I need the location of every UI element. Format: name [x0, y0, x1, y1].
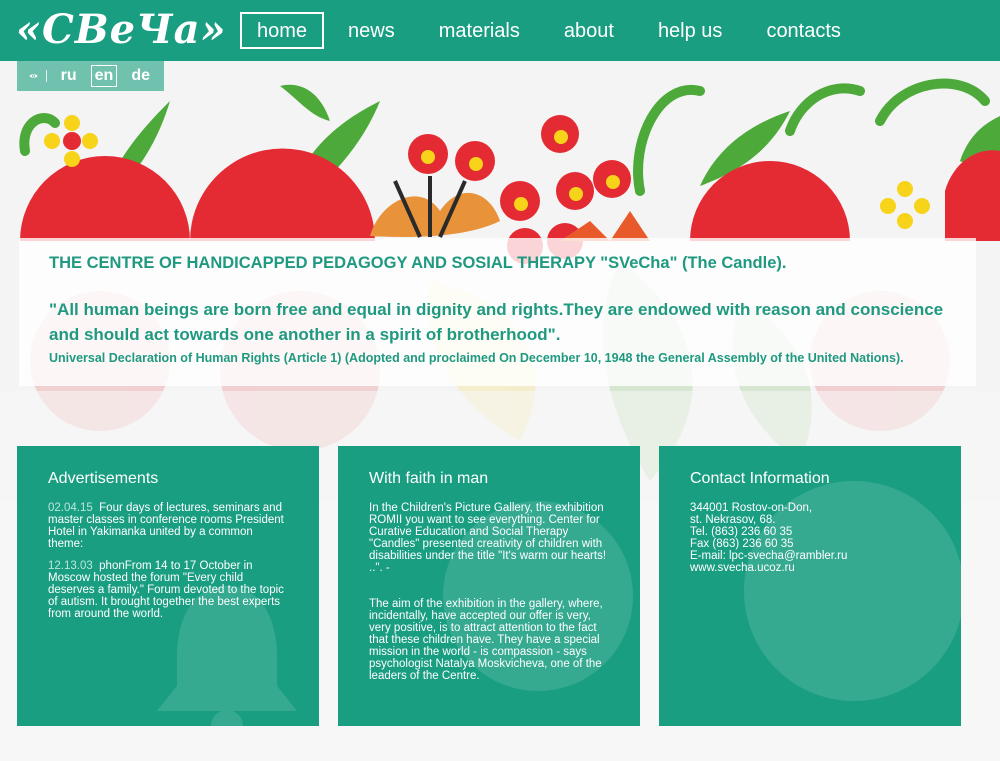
intro-panel: THE CENTRE OF HANDICAPPED PEDAGOGY AND S…: [19, 238, 976, 386]
contact-card: Contact Information 344001 Rostov-on-Don…: [659, 446, 961, 726]
ad-date: 12.13.03: [48, 560, 93, 572]
lang-de[interactable]: de: [127, 65, 154, 87]
nav-home[interactable]: home: [240, 12, 325, 49]
main-nav: home news materials about help us contac…: [240, 12, 861, 49]
faith-paragraph: In the Children's Picture Gallery, the e…: [369, 502, 607, 574]
nav-materials[interactable]: materials: [419, 12, 540, 49]
card-title: With faith in man: [369, 470, 489, 487]
faith-card: With faith in man In the Children's Pict…: [338, 446, 640, 726]
nav-help-us[interactable]: help us: [638, 12, 743, 49]
faith-paragraph: The aim of the exhibition in the gallery…: [369, 598, 603, 682]
card-title: Advertisements: [48, 470, 159, 487]
eye-icon[interactable]: [29, 69, 38, 83]
card-title: Contact Information: [690, 470, 830, 487]
contact-website[interactable]: www.svecha.ucoz.ru: [690, 562, 931, 574]
advertisements-card: Advertisements 02.04.15 Four days of lec…: [17, 446, 319, 726]
ad-date: 02.04.15: [48, 502, 93, 514]
nav-about[interactable]: about: [544, 12, 634, 49]
nav-news[interactable]: news: [328, 12, 415, 49]
contact-email[interactable]: E-mail: lpc-svecha@rambler.ru: [690, 550, 931, 562]
ad-item[interactable]: 02.04.15 Four days of lectures, seminars…: [48, 502, 289, 550]
intro-quote: "All human beings are born free and equa…: [49, 300, 944, 344]
language-switcher: ru en de: [17, 61, 164, 91]
intro-source: Universal Declaration of Human Rights (A…: [49, 351, 904, 365]
contact-phone[interactable]: Tel. (863) 236 60 35: [690, 526, 931, 538]
contact-address: 344001 Rostov-on-Don,: [690, 502, 813, 514]
contact-fax: Fax (863) 236 60 35: [690, 538, 794, 550]
intro-title: THE CENTRE OF HANDICAPPED PEDAGOGY AND S…: [49, 254, 787, 272]
language-divider: [46, 70, 47, 82]
lang-ru[interactable]: ru: [57, 65, 81, 87]
contact-street: st. Nekrasov, 68.: [690, 514, 776, 526]
nav-contacts[interactable]: contacts: [746, 12, 860, 49]
site-logo[interactable]: «СВеЧа»: [16, 6, 227, 53]
ad-item[interactable]: 12.13.03 phonFrom 14 to 17 October in Mo…: [48, 560, 289, 620]
header-bar: «СВеЧа» home news materials about help u…: [0, 0, 1000, 61]
lang-en[interactable]: en: [90, 65, 118, 87]
